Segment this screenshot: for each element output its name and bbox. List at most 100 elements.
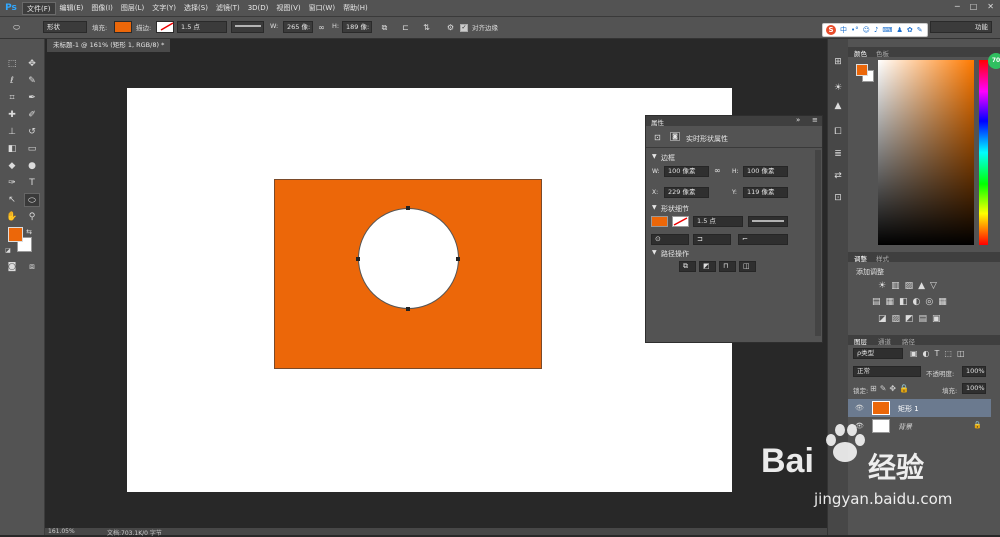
- stroke-swatch[interactable]: [156, 21, 174, 33]
- color-picker-field[interactable]: [878, 60, 974, 245]
- ellipse-tool-icon[interactable]: ⬭: [24, 193, 40, 207]
- document-tab[interactable]: 未标题-1 @ 161% (矩形 1, RGB/8) *: [47, 39, 171, 52]
- stroke-width-input[interactable]: 1.5 点: [177, 21, 227, 33]
- shape-y-input[interactable]: 119 像素: [743, 187, 788, 198]
- lasso-tool-icon[interactable]: ℓ: [4, 74, 20, 88]
- swap-colors-icon[interactable]: ⇆: [24, 225, 34, 239]
- link-icon[interactable]: ∞: [714, 166, 721, 175]
- quick-select-tool-icon[interactable]: ✎: [24, 74, 40, 88]
- menu-window[interactable]: 窗口(W): [305, 2, 339, 15]
- paragraph-panel-icon[interactable]: ⊡: [830, 191, 846, 205]
- expand-triangle-icon[interactable]: ▼: [652, 153, 657, 160]
- move-tool-icon[interactable]: ✥: [24, 57, 40, 71]
- path-alignment-icon[interactable]: ⊏: [399, 21, 412, 34]
- expand-triangle-icon[interactable]: ▼: [652, 249, 657, 256]
- crop-tool-icon[interactable]: ⌗: [4, 91, 20, 105]
- quick-mask-icon[interactable]: ◙: [4, 260, 20, 274]
- blend-mode-select[interactable]: 正常: [853, 366, 921, 377]
- properties-tab[interactable]: 属性: [651, 117, 664, 127]
- brush-presets-icon[interactable]: ≣: [830, 147, 846, 161]
- anchor-point-bottom[interactable]: [406, 307, 410, 311]
- tab-adjustments[interactable]: 调整: [854, 253, 867, 263]
- intersect-shapes-icon[interactable]: ⊓: [719, 261, 736, 272]
- pen-tool-icon[interactable]: ✑: [4, 176, 20, 190]
- expand-triangle-icon[interactable]: ▼: [652, 204, 657, 211]
- stroke-align-select[interactable]: ⊙: [651, 234, 689, 245]
- panel-scrollbar[interactable]: [815, 150, 821, 336]
- dodge-tool-icon[interactable]: ●: [24, 159, 40, 173]
- combine-shapes-icon[interactable]: ⧉: [679, 261, 696, 272]
- menu-edit[interactable]: 编辑(E): [56, 2, 88, 15]
- menu-layer[interactable]: 图层(L): [117, 2, 148, 15]
- panel-foreground-swatch[interactable]: [856, 64, 868, 76]
- anchor-point-left[interactable]: [356, 257, 360, 261]
- align-edges-checkbox[interactable]: ✓: [460, 24, 468, 32]
- shape-fill-swatch[interactable]: [651, 216, 668, 227]
- subtract-shape-icon[interactable]: ◩: [699, 261, 716, 272]
- properties-panel-icon[interactable]: ⧠: [830, 125, 846, 139]
- menu-select[interactable]: 选择(S): [180, 2, 212, 15]
- healing-brush-tool-icon[interactable]: ✚: [4, 108, 20, 122]
- workspace-select[interactable]: 功能: [930, 21, 992, 33]
- stroke-caps-select[interactable]: ⊐: [693, 234, 731, 245]
- mask-icon[interactable]: ◙: [670, 132, 680, 141]
- menu-filter[interactable]: 滤镜(T): [212, 2, 244, 15]
- shape-stroke-width-input[interactable]: 1.5 点: [693, 216, 743, 227]
- hand-tool-icon[interactable]: ✋: [4, 210, 20, 224]
- gear-icon[interactable]: ⚙: [444, 21, 457, 34]
- character-panel-icon[interactable]: ⇄: [830, 169, 846, 183]
- minimize-icon[interactable]: ─: [955, 2, 960, 11]
- document-info[interactable]: 文档:703.1K/0 字节: [107, 528, 162, 537]
- history-brush-tool-icon[interactable]: ↺: [24, 125, 40, 139]
- brush-tool-icon[interactable]: ✐: [24, 108, 40, 122]
- layer-filter-select[interactable]: ρ类型: [853, 348, 903, 359]
- path-operations-icon[interactable]: ⧉: [378, 21, 391, 34]
- transform-icon[interactable]: ⊡: [654, 133, 661, 142]
- screen-mode-icon[interactable]: ⧈: [24, 260, 40, 274]
- tab-layers[interactable]: 图层: [854, 336, 867, 346]
- foreground-color-swatch[interactable]: [8, 227, 23, 242]
- fill-input[interactable]: 100%: [962, 383, 986, 394]
- eyedropper-tool-icon[interactable]: ✒: [24, 91, 40, 105]
- hue-slider[interactable]: [979, 60, 988, 245]
- adjustment-icons-row-1[interactable]: ☀▥▨▲▽: [878, 281, 942, 291]
- menu-type[interactable]: 文字(Y): [148, 2, 180, 15]
- anchor-point-top[interactable]: [406, 206, 410, 210]
- eraser-tool-icon[interactable]: ◧: [4, 142, 20, 156]
- menu-image[interactable]: 图像(I): [87, 2, 117, 15]
- ellipse-cutout[interactable]: [358, 208, 459, 309]
- stroke-corners-select[interactable]: ⌐: [738, 234, 788, 245]
- tab-paths[interactable]: 路径: [902, 336, 915, 346]
- menu-file[interactable]: 文件(F): [22, 1, 56, 15]
- fill-swatch[interactable]: [114, 21, 132, 33]
- layer-filter-icons[interactable]: ▣◐T⬚◫: [910, 349, 970, 358]
- marquee-tool-icon[interactable]: ⬚: [4, 57, 20, 71]
- menu-3d[interactable]: 3D(D): [244, 2, 273, 15]
- menu-help[interactable]: 帮助(H): [339, 2, 372, 15]
- blur-tool-icon[interactable]: ◆: [4, 159, 20, 173]
- adjustment-icons-row-3[interactable]: ◪▨◩▤▣: [878, 314, 946, 324]
- ellipse-tool-preset-icon[interactable]: ⬭: [10, 21, 23, 34]
- tab-styles[interactable]: 样式: [876, 253, 889, 263]
- tab-swatches[interactable]: 色板: [876, 48, 889, 58]
- opacity-input[interactable]: 100%: [962, 366, 986, 377]
- path-selection-tool-icon[interactable]: ↖: [4, 193, 20, 207]
- height-input[interactable]: 189 像:: [342, 21, 372, 33]
- default-colors-icon[interactable]: ◪: [4, 244, 12, 258]
- lock-icons[interactable]: ⊞✎✥🔒: [870, 384, 912, 393]
- ime-toolbar[interactable]: S 中 •° ☺ ♪ ⌨ ♟ ✿ ✎: [822, 23, 928, 37]
- gradient-tool-icon[interactable]: ▭: [24, 142, 40, 156]
- history-panel-icon[interactable]: ⊞: [830, 55, 846, 69]
- close-icon[interactable]: ✕: [987, 2, 994, 11]
- tab-color[interactable]: 颜色: [854, 48, 867, 58]
- width-input[interactable]: 265 像:: [283, 21, 313, 33]
- clone-stamp-tool-icon[interactable]: ⊥: [4, 125, 20, 139]
- shape-height-input[interactable]: 100 像素: [743, 166, 788, 177]
- menu-view[interactable]: 视图(V): [272, 2, 304, 15]
- zoom-level[interactable]: 161.05%: [48, 528, 75, 535]
- shape-stroke-swatch[interactable]: [672, 216, 689, 227]
- collapse-icon[interactable]: »: [796, 116, 800, 124]
- zoom-tool-icon[interactable]: ⚲: [24, 210, 40, 224]
- adjustment-icons-row-2[interactable]: ▤▦◧◐◎▦: [872, 297, 952, 307]
- path-arrangement-icon[interactable]: ⇅: [420, 21, 433, 34]
